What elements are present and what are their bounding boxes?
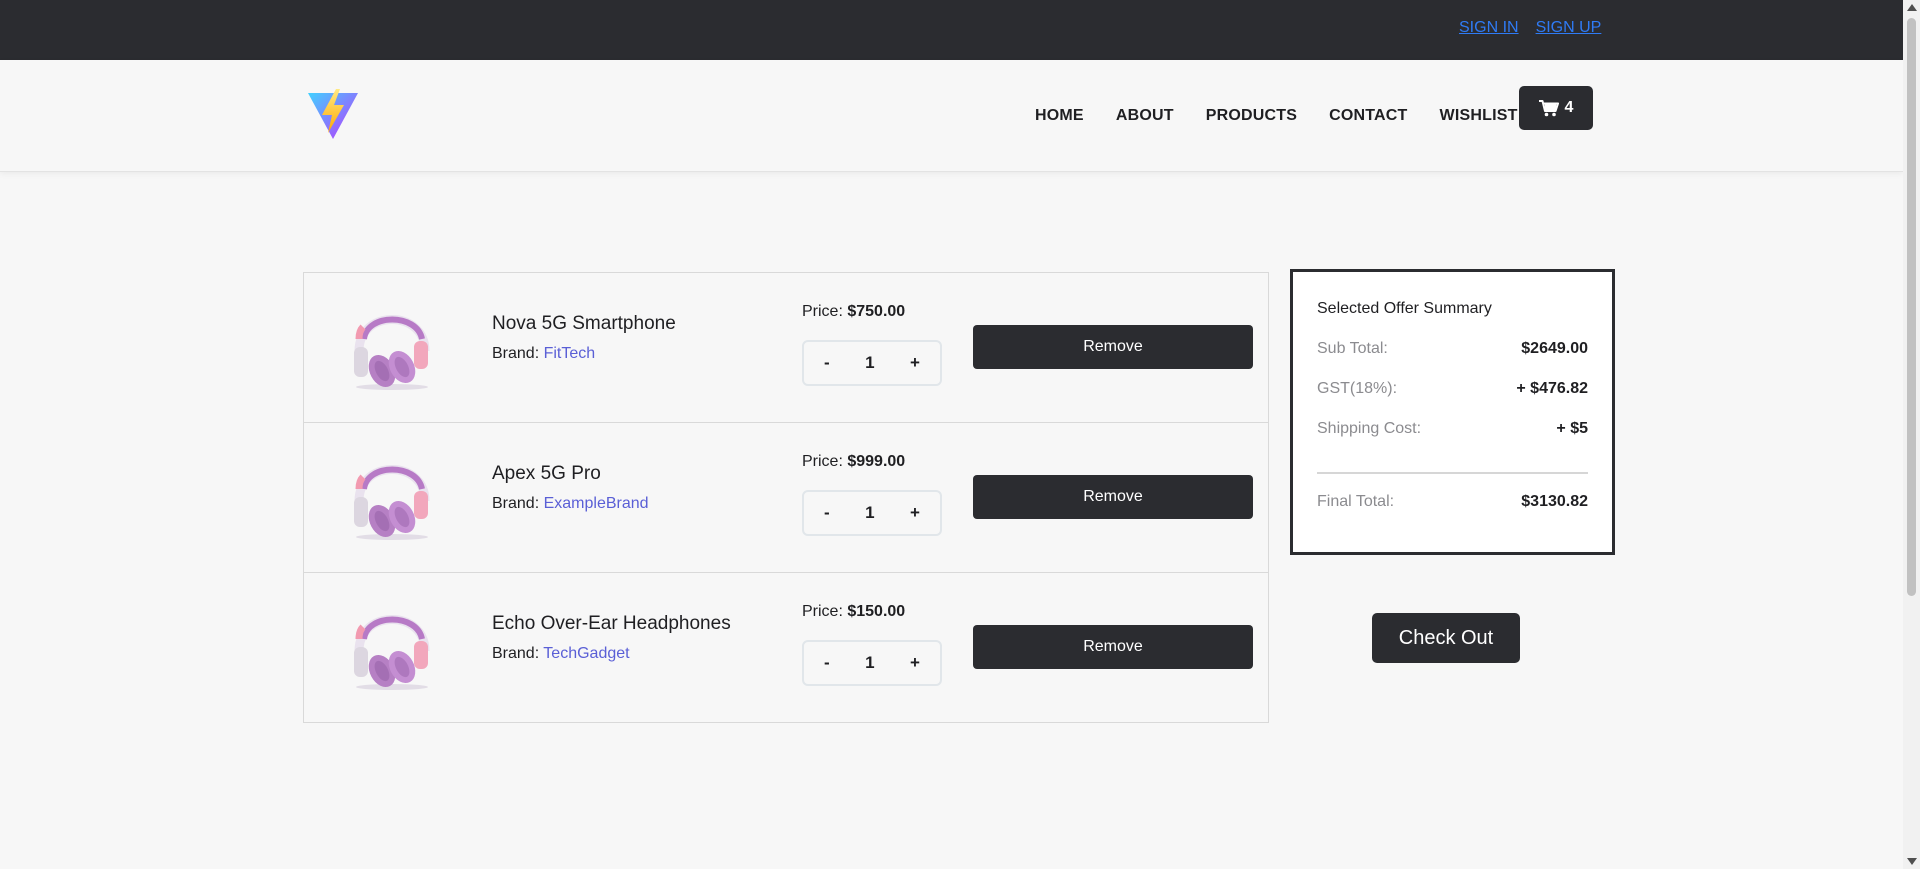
final-total-value: $3130.82 — [1521, 493, 1588, 510]
quantity-value: 1 — [865, 653, 875, 672]
gst-row: GST(18%): + $476.82 — [1317, 380, 1588, 398]
quantity-stepper: - 1 + — [802, 340, 942, 386]
summary-title: Selected Offer Summary — [1317, 300, 1492, 317]
price-label: Price: — [802, 303, 843, 320]
brand-label: Brand: — [492, 495, 540, 512]
cart-icon — [1538, 99, 1559, 116]
summary-divider — [1317, 472, 1588, 474]
vite-lightning-logo[interactable] — [306, 89, 360, 141]
gst-value: + $476.82 — [1516, 380, 1588, 397]
remove-button[interactable]: Remove — [973, 325, 1253, 369]
product-price: Price: $999.00 — [802, 453, 905, 471]
brand-link[interactable]: TechGadget — [543, 645, 629, 662]
scroll-down-arrow-icon[interactable] — [1907, 858, 1917, 865]
price-value: $999.00 — [847, 453, 906, 470]
cart-item: Apex 5G Pro Brand: ExampleBrand Price: $… — [304, 423, 1268, 573]
subtotal-row: Sub Total: $2649.00 — [1317, 340, 1588, 358]
cart-button[interactable]: 4 — [1519, 86, 1593, 130]
increment-button[interactable]: + — [910, 503, 920, 523]
nav-wishlist[interactable]: WISHLIST — [1440, 107, 1518, 125]
subtotal-value: $2649.00 — [1521, 340, 1588, 357]
product-brand: Brand: ExampleBrand — [492, 495, 649, 513]
brand-label: Brand: — [492, 645, 540, 662]
remove-button[interactable]: Remove — [973, 475, 1253, 519]
increment-button[interactable]: + — [910, 653, 920, 673]
price-label: Price: — [802, 453, 843, 470]
product-name: Echo Over-Ear Headphones — [492, 613, 731, 634]
main-nav: HOME ABOUT PRODUCTS CONTACT WISHLIST — [1035, 60, 1518, 172]
price-value: $750.00 — [847, 303, 906, 320]
subtotal-label: Sub Total: — [1317, 340, 1388, 357]
final-total-label: Final Total: — [1317, 493, 1395, 510]
page-scrollbar[interactable] — [1903, 0, 1920, 869]
quantity-stepper: - 1 + — [802, 640, 942, 686]
nav-contact[interactable]: CONTACT — [1329, 107, 1407, 125]
gst-label: GST(18%): — [1317, 380, 1398, 397]
shipping-row: Shipping Cost: + $5 — [1317, 420, 1588, 438]
quantity-stepper: - 1 + — [802, 490, 942, 536]
headphones-image — [354, 465, 430, 540]
brand-label: Brand: — [492, 345, 540, 362]
shipping-label: Shipping Cost: — [1317, 420, 1422, 437]
order-summary: Selected Offer Summary Sub Total: $2649.… — [1290, 269, 1615, 555]
product-brand: Brand: FitTech — [492, 345, 595, 363]
scroll-up-arrow-icon[interactable] — [1907, 4, 1917, 11]
cart-item: Nova 5G Smartphone Brand: FitTech Price:… — [304, 273, 1268, 423]
top-bar: SIGN IN SIGN UP — [0, 0, 1903, 60]
auth-links: SIGN IN SIGN UP — [1459, 19, 1601, 37]
final-total-row: Final Total: $3130.82 — [1317, 493, 1588, 511]
product-name: Nova 5G Smartphone — [492, 313, 676, 334]
nav-about[interactable]: ABOUT — [1116, 107, 1174, 125]
product-price: Price: $150.00 — [802, 603, 905, 621]
main-header: HOME ABOUT PRODUCTS CONTACT WISHLIST 4 — [0, 60, 1903, 172]
cart-count: 4 — [1564, 99, 1574, 116]
quantity-value: 1 — [865, 353, 875, 372]
nav-products[interactable]: PRODUCTS — [1206, 107, 1297, 125]
cart-list: Nova 5G Smartphone Brand: FitTech Price:… — [303, 272, 1269, 723]
nav-home[interactable]: HOME — [1035, 107, 1084, 125]
product-name: Apex 5G Pro — [492, 463, 601, 484]
sign-in-link[interactable]: SIGN IN — [1459, 19, 1519, 37]
price-label: Price: — [802, 603, 843, 620]
checkout-button[interactable]: Check Out — [1372, 613, 1520, 663]
sign-up-link[interactable]: SIGN UP — [1536, 19, 1602, 37]
cart-item: Echo Over-Ear Headphones Brand: TechGadg… — [304, 573, 1268, 722]
decrement-button[interactable]: - — [824, 353, 830, 373]
headphones-image — [354, 615, 430, 690]
scroll-thumb[interactable] — [1907, 18, 1916, 596]
decrement-button[interactable]: - — [824, 653, 830, 673]
decrement-button[interactable]: - — [824, 503, 830, 523]
increment-button[interactable]: + — [910, 353, 920, 373]
product-price: Price: $750.00 — [802, 303, 905, 321]
product-brand: Brand: TechGadget — [492, 645, 630, 663]
quantity-value: 1 — [865, 503, 875, 522]
shipping-value: + $5 — [1556, 420, 1588, 437]
remove-button[interactable]: Remove — [973, 625, 1253, 669]
price-value: $150.00 — [847, 603, 906, 620]
headphones-image — [354, 315, 430, 390]
brand-link[interactable]: ExampleBrand — [544, 495, 649, 512]
brand-link[interactable]: FitTech — [544, 345, 596, 362]
